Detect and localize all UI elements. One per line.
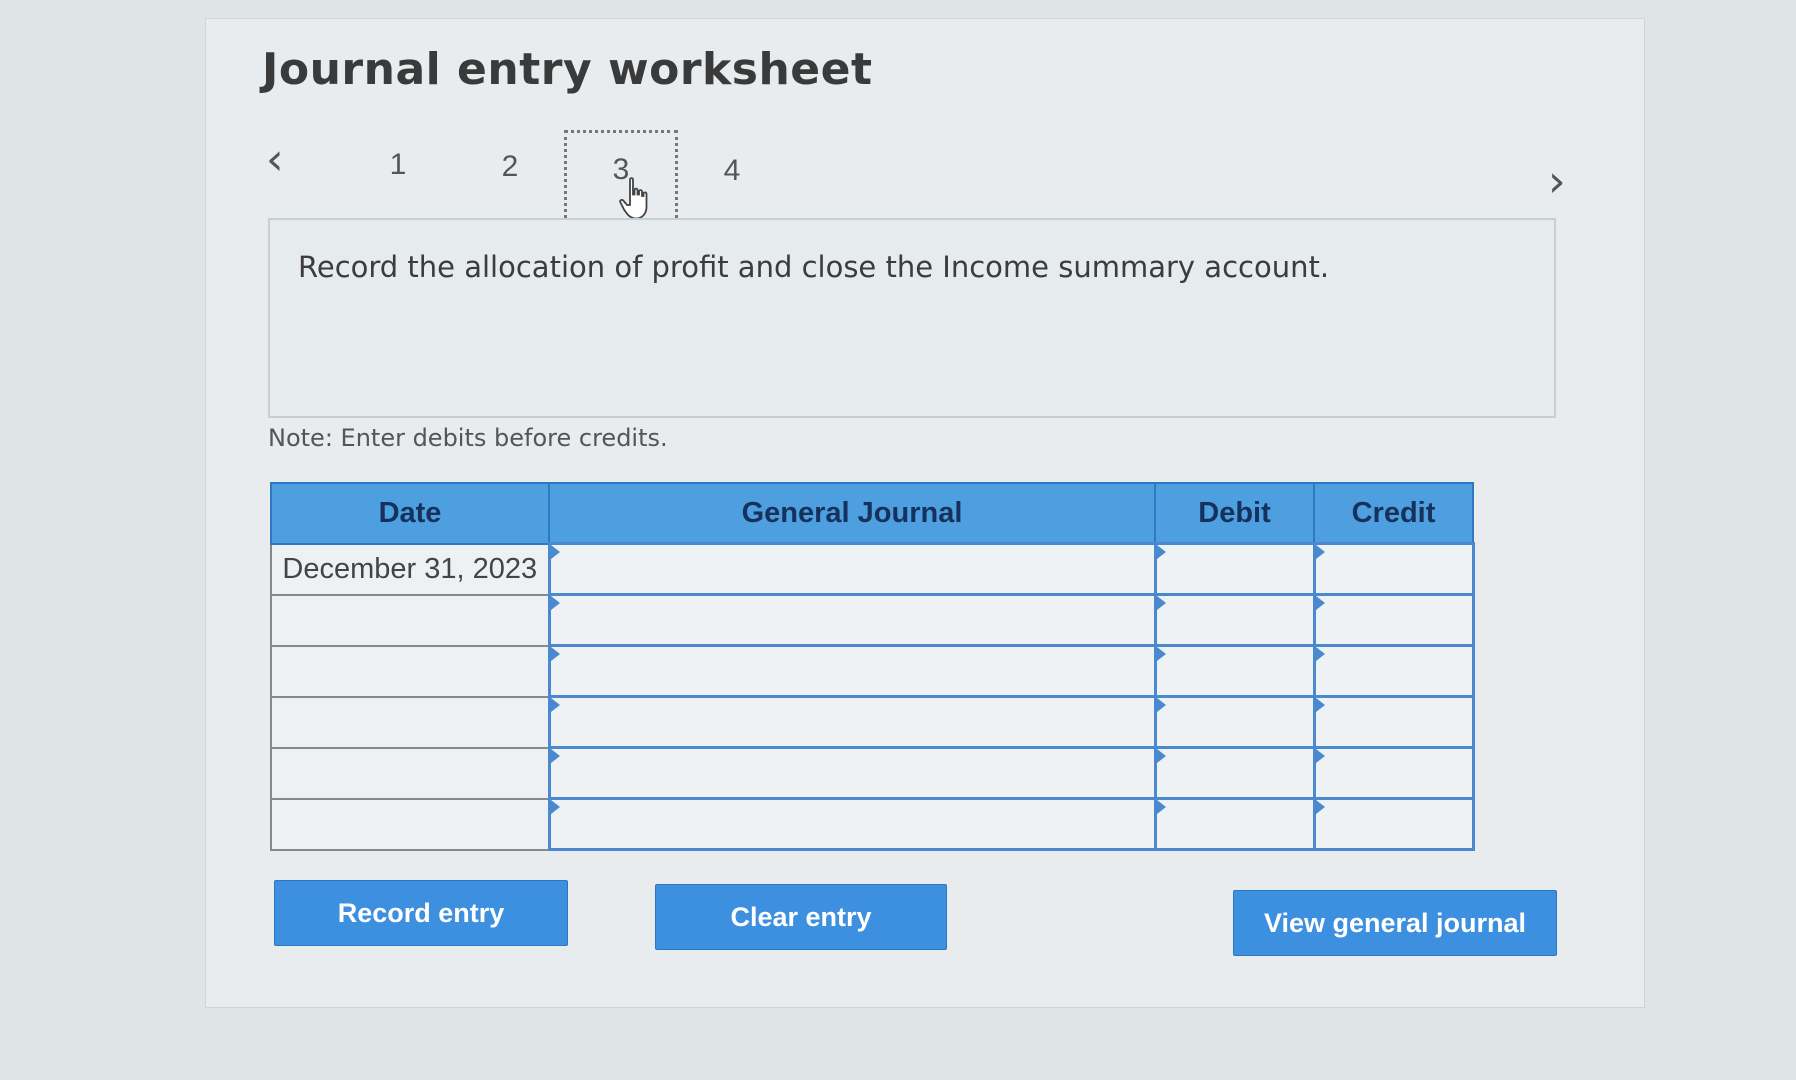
table-header-row: Date General Journal Debit Credit bbox=[270, 482, 1474, 545]
journal-table: Date General Journal Debit Credit Decemb… bbox=[270, 482, 1475, 851]
instruction-text: Record the allocation of profit and clos… bbox=[298, 250, 1330, 284]
credit-input[interactable] bbox=[1312, 644, 1475, 698]
date-cell bbox=[270, 797, 550, 851]
header-debit: Debit bbox=[1154, 482, 1315, 545]
credit-input[interactable] bbox=[1312, 797, 1475, 851]
page-title: Journal entry worksheet bbox=[262, 44, 873, 95]
instruction-box: Record the allocation of profit and clos… bbox=[268, 218, 1556, 418]
debit-input[interactable] bbox=[1153, 593, 1316, 647]
clear-entry-button[interactable]: Clear entry bbox=[655, 884, 947, 950]
header-general-journal: General Journal bbox=[548, 482, 1156, 545]
date-cell bbox=[270, 746, 550, 800]
record-entry-button[interactable]: Record entry bbox=[274, 880, 568, 946]
table-row: December 31, 2023 bbox=[270, 542, 1475, 596]
general-journal-input[interactable] bbox=[547, 542, 1157, 596]
date-cell bbox=[270, 644, 550, 698]
table-row bbox=[270, 797, 1475, 851]
credit-input[interactable] bbox=[1312, 593, 1475, 647]
table-row bbox=[270, 695, 1475, 749]
general-journal-input[interactable] bbox=[547, 797, 1157, 851]
date-cell bbox=[270, 593, 550, 647]
credit-input[interactable] bbox=[1312, 746, 1475, 800]
step-tab-1[interactable]: 1 bbox=[380, 148, 416, 182]
table-row bbox=[270, 746, 1475, 800]
general-journal-input[interactable] bbox=[547, 593, 1157, 647]
credit-input[interactable] bbox=[1312, 695, 1475, 749]
debit-input[interactable] bbox=[1153, 542, 1316, 596]
hand-pointer-icon bbox=[619, 177, 648, 220]
general-journal-input[interactable] bbox=[547, 695, 1157, 749]
step-tab-4[interactable]: 4 bbox=[714, 154, 750, 188]
debit-input[interactable] bbox=[1153, 797, 1316, 851]
general-journal-input[interactable] bbox=[547, 746, 1157, 800]
table-row bbox=[270, 644, 1475, 698]
step-tab-2[interactable]: 2 bbox=[492, 150, 528, 184]
debit-input[interactable] bbox=[1153, 644, 1316, 698]
note-text: Note: Enter debits before credits. bbox=[268, 424, 668, 452]
table-row bbox=[270, 593, 1475, 647]
header-credit: Credit bbox=[1313, 482, 1474, 545]
chevron-left-icon[interactable]: ‹ bbox=[266, 138, 284, 182]
credit-input[interactable] bbox=[1312, 542, 1475, 596]
date-cell: December 31, 2023 bbox=[270, 542, 550, 596]
header-date: Date bbox=[270, 482, 550, 545]
debit-input[interactable] bbox=[1153, 746, 1316, 800]
view-general-journal-button[interactable]: View general journal bbox=[1233, 890, 1557, 956]
chevron-right-icon[interactable]: › bbox=[1548, 160, 1566, 204]
date-cell bbox=[270, 695, 550, 749]
debit-input[interactable] bbox=[1153, 695, 1316, 749]
general-journal-input[interactable] bbox=[547, 644, 1157, 698]
